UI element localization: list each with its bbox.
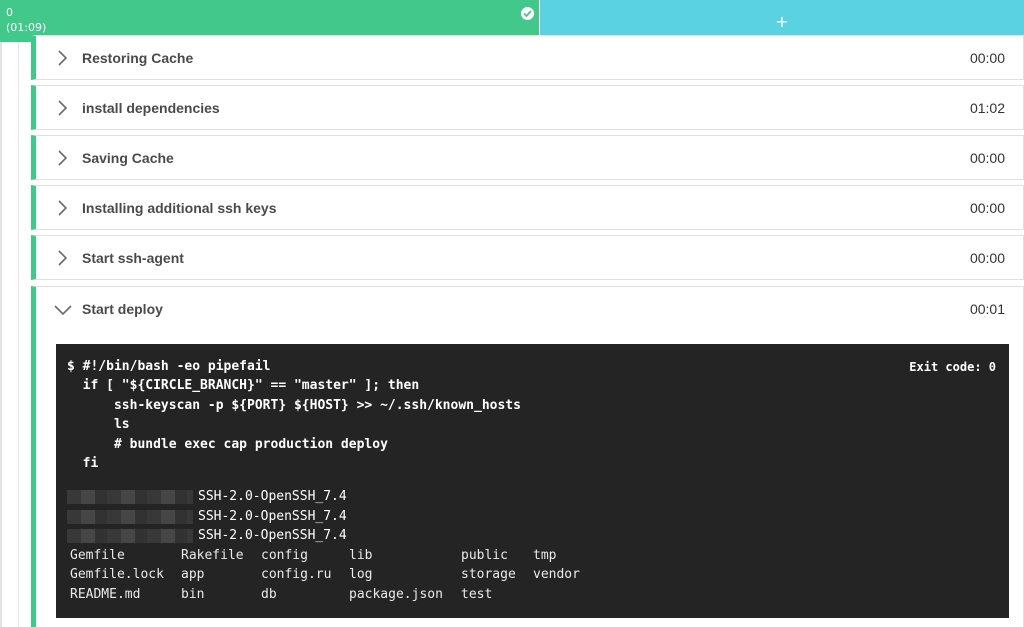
terminal-output: Exit code: 0 $ #!/bin/bash -eo pipefail … bbox=[56, 344, 1009, 618]
ls-entry: package.json bbox=[349, 587, 443, 602]
step-row[interactable]: Installing additional ssh keys 00:00 bbox=[31, 185, 1024, 230]
ls-entry: lib bbox=[349, 548, 373, 563]
command-line: $ #!/bin/bash -eo pipefail bbox=[67, 359, 271, 374]
redacted-host bbox=[67, 490, 193, 504]
step-duration: 00:00 bbox=[969, 150, 1005, 166]
step-duration: 00:00 bbox=[969, 50, 1005, 66]
success-check-icon bbox=[521, 7, 534, 20]
frame-border bbox=[0, 42, 2, 627]
ls-entry: config.ru bbox=[261, 567, 332, 582]
step-row[interactable]: Restoring Cache 00:00 bbox=[31, 35, 1024, 80]
step-name: Restoring Cache bbox=[82, 50, 194, 66]
ls-entry: storage bbox=[461, 567, 516, 582]
step-row[interactable]: Saving Cache 00:00 bbox=[31, 135, 1024, 180]
chevron-right-icon bbox=[58, 50, 68, 66]
ls-entry: Gemfile bbox=[70, 548, 125, 563]
exit-code: Exit code: 0 bbox=[909, 360, 996, 374]
chevron-right-icon bbox=[58, 200, 68, 216]
command-line: fi bbox=[67, 456, 99, 471]
ls-entry: db bbox=[261, 587, 277, 602]
step-name: Start ssh-agent bbox=[82, 250, 184, 266]
chevron-right-icon bbox=[58, 100, 68, 116]
ls-entry: test bbox=[461, 587, 493, 602]
redacted-host bbox=[67, 529, 193, 543]
ls-entry: public bbox=[461, 548, 508, 563]
step-duration: 00:01 bbox=[969, 301, 1005, 317]
ls-entry: bin bbox=[181, 587, 205, 602]
chevron-right-icon bbox=[58, 250, 68, 266]
command-line: if [ "${CIRCLE_BRANCH}" == "master" ]; t… bbox=[67, 378, 420, 393]
keyscan-line: SSH-2.0-OpenSSH_7.4 bbox=[198, 489, 347, 504]
command-line: ls bbox=[67, 417, 130, 432]
redacted-host bbox=[67, 510, 193, 524]
ls-entry: README.md bbox=[70, 587, 141, 602]
ls-entry: vendor bbox=[533, 567, 580, 582]
step-name: install dependencies bbox=[82, 100, 220, 116]
frame-divider bbox=[18, 42, 19, 627]
command-line: ssh-keyscan -p ${PORT} ${HOST} >> ~/.ssh… bbox=[67, 398, 521, 413]
step-row[interactable]: install dependencies 01:02 bbox=[31, 85, 1024, 130]
step-duration: 00:00 bbox=[969, 200, 1005, 216]
chevron-right-icon bbox=[58, 150, 68, 166]
step-duration: 01:02 bbox=[969, 100, 1005, 116]
step-name: Start deploy bbox=[82, 301, 163, 317]
ls-entry: log bbox=[349, 567, 373, 582]
ls-entry: config bbox=[261, 548, 308, 563]
step-name: Saving Cache bbox=[82, 150, 174, 166]
step-row[interactable]: Start ssh-agent 00:00 bbox=[31, 235, 1024, 280]
command-line: # bundle exec cap production deploy bbox=[67, 437, 388, 452]
ls-entry: tmp bbox=[533, 548, 557, 563]
chevron-down-icon bbox=[54, 305, 72, 316]
step-name: Installing additional ssh keys bbox=[82, 200, 277, 216]
container-index: 0 bbox=[6, 6, 13, 19]
keyscan-line: SSH-2.0-OpenSSH_7.4 bbox=[198, 509, 347, 524]
ls-entry: Rakefile bbox=[181, 548, 244, 563]
keyscan-line: SSH-2.0-OpenSSH_7.4 bbox=[198, 528, 347, 543]
ls-entry: app bbox=[181, 567, 205, 582]
ls-entry: Gemfile.lock bbox=[70, 567, 164, 582]
container-duration: (01:09) bbox=[6, 21, 47, 34]
step-duration: 00:00 bbox=[969, 250, 1005, 266]
